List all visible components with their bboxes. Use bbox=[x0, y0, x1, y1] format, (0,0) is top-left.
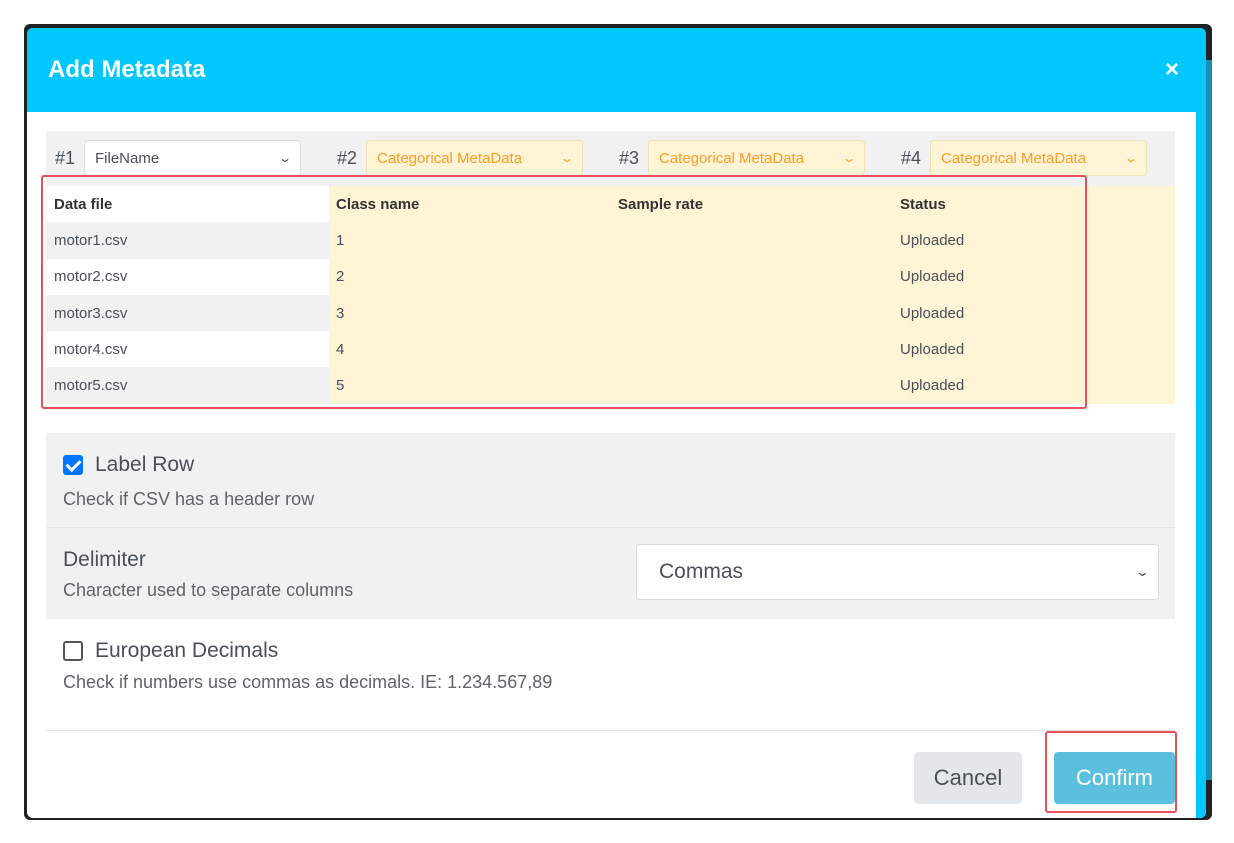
column-number: #2 bbox=[336, 147, 358, 168]
table-header-row: Data file Class name Sample rate Status bbox=[47, 186, 1175, 223]
table-row: motor2.csv 2 Uploaded bbox=[47, 258, 1175, 295]
table-cell bbox=[611, 222, 893, 259]
column-header: Status bbox=[893, 186, 1175, 223]
european-decimals-checkbox[interactable] bbox=[63, 641, 83, 661]
column-number: #3 bbox=[618, 147, 640, 168]
label-row-title: Label Row bbox=[95, 453, 195, 476]
column-type-select[interactable]: Categorical MetaData ⌄ bbox=[930, 140, 1147, 176]
table-cell: 4 bbox=[329, 331, 611, 368]
column-header: Sample rate bbox=[611, 186, 893, 223]
column-type-select[interactable]: Categorical MetaData ⌄ bbox=[366, 140, 583, 176]
table-cell: motor1.csv bbox=[47, 222, 329, 259]
label-row-option: Label Row bbox=[63, 453, 194, 477]
add-metadata-dialog: Add Metadata × #1 FileName ⌄ #2 Categori… bbox=[27, 28, 1206, 818]
table-cell: 3 bbox=[329, 294, 611, 332]
column-type-value: Categorical MetaData bbox=[659, 149, 805, 167]
table-cell: Uploaded bbox=[893, 367, 1175, 404]
column-number: #1 bbox=[54, 147, 76, 168]
footer-divider bbox=[46, 730, 1175, 731]
table-row: motor4.csv 4 Uploaded bbox=[47, 331, 1175, 368]
european-decimals-description: Check if numbers use commas as decimals.… bbox=[63, 672, 553, 692]
column-selector-1: #1 FileName ⌄ bbox=[46, 139, 301, 177]
table-cell: motor5.csv bbox=[47, 367, 329, 404]
chevron-down-icon: ⌄ bbox=[841, 151, 857, 165]
table-cell: Uploaded bbox=[893, 222, 1175, 259]
column-header: Class name bbox=[329, 186, 611, 223]
european-decimals-option: European Decimals bbox=[63, 639, 278, 663]
column-selector-4: #4 Categorical MetaData ⌄ bbox=[892, 139, 1147, 177]
chevron-down-icon: ⌄ bbox=[1123, 151, 1139, 165]
column-type-select[interactable]: Categorical MetaData ⌄ bbox=[648, 140, 865, 176]
delimiter-value: Commas bbox=[659, 560, 744, 583]
column-header: Data file bbox=[47, 186, 329, 223]
dialog-right-edge bbox=[1196, 112, 1206, 818]
table-cell: motor4.csv bbox=[47, 331, 329, 368]
table-cell bbox=[611, 331, 893, 368]
table-row: motor3.csv 3 Uploaded bbox=[47, 294, 1175, 332]
close-icon[interactable]: × bbox=[1158, 56, 1186, 84]
table-cell: Uploaded bbox=[893, 331, 1175, 368]
table-cell: 1 bbox=[329, 222, 611, 259]
delimiter-select[interactable]: Commas ⌄ bbox=[636, 544, 1159, 600]
dialog-title: Add Metadata bbox=[48, 56, 206, 83]
column-type-value: Categorical MetaData bbox=[377, 149, 523, 167]
european-decimals-title: European Decimals bbox=[95, 639, 279, 662]
delimiter-title: Delimiter bbox=[63, 548, 146, 571]
chevron-down-icon: ⌄ bbox=[559, 151, 575, 165]
column-selector-row: #1 FileName ⌄ #2 Categorical MetaData ⌄ … bbox=[46, 139, 1175, 177]
table-cell bbox=[611, 367, 893, 404]
column-selector-2: #2 Categorical MetaData ⌄ bbox=[328, 139, 583, 177]
table-cell: motor3.csv bbox=[47, 294, 329, 332]
column-number: #4 bbox=[900, 147, 922, 168]
cancel-button[interactable]: Cancel bbox=[914, 752, 1022, 804]
table-cell: Uploaded bbox=[893, 294, 1175, 332]
column-type-select[interactable]: FileName ⌄ bbox=[84, 140, 301, 176]
table-cell: 2 bbox=[329, 258, 611, 295]
column-type-value: Categorical MetaData bbox=[941, 149, 1087, 167]
table-cell bbox=[611, 258, 893, 295]
delimiter-description: Character used to separate columns bbox=[63, 580, 354, 600]
table-row: motor5.csv 5 Uploaded bbox=[47, 367, 1175, 404]
column-type-value: FileName bbox=[95, 149, 160, 167]
chevron-down-icon: ⌄ bbox=[277, 151, 293, 165]
table-cell: motor2.csv bbox=[47, 258, 329, 295]
table-cell: Uploaded bbox=[893, 258, 1175, 295]
options-divider bbox=[46, 527, 1175, 528]
table-row: motor1.csv 1 Uploaded bbox=[47, 222, 1175, 259]
metadata-table-area: #1 FileName ⌄ #2 Categorical MetaData ⌄ … bbox=[46, 131, 1175, 404]
data-preview-table: Data file Class name Sample rate Status … bbox=[47, 186, 1175, 404]
column-selector-3: #3 Categorical MetaData ⌄ bbox=[610, 139, 865, 177]
table-cell: 5 bbox=[329, 367, 611, 404]
table-cell bbox=[611, 294, 893, 332]
chevron-down-icon: ⌄ bbox=[1134, 564, 1151, 579]
label-row-description: Check if CSV has a header row bbox=[63, 489, 315, 509]
label-row-checkbox[interactable] bbox=[63, 455, 83, 475]
dialog-header: Add Metadata × bbox=[27, 28, 1206, 112]
confirm-button[interactable]: Confirm bbox=[1054, 752, 1175, 804]
